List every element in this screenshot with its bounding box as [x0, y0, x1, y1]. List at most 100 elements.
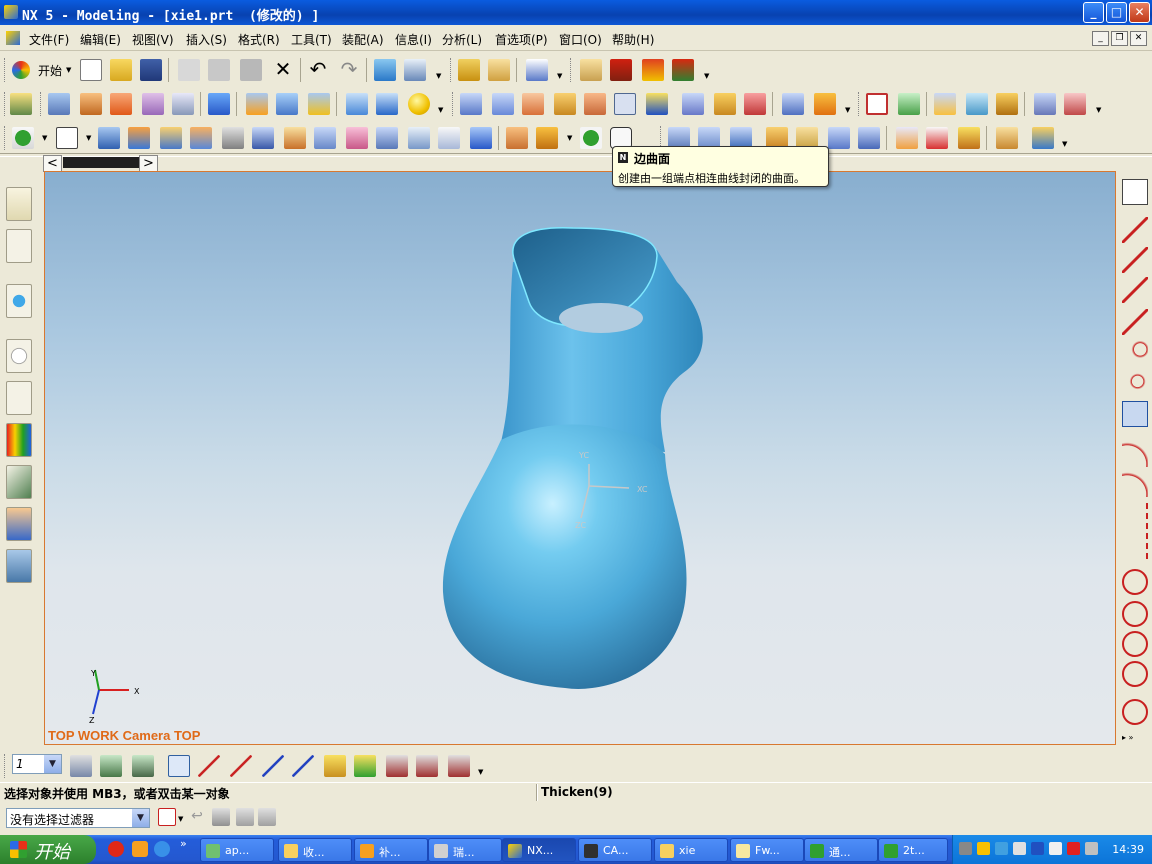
- cylinder-primitive-icon[interactable]: [346, 93, 368, 115]
- blend-icon[interactable]: [814, 93, 836, 115]
- tray-app-icon[interactable]: [977, 842, 990, 855]
- extension-icon[interactable]: [934, 93, 956, 115]
- emboss-icon[interactable]: [284, 127, 306, 149]
- show-hide-icon[interactable]: [354, 755, 376, 777]
- cut-icon[interactable]: [178, 59, 200, 81]
- manufacturing-wizard-icon[interactable]: [6, 465, 32, 499]
- chevron-down-icon[interactable]: ▼: [44, 755, 61, 773]
- enlarge-icon[interactable]: [858, 127, 880, 149]
- swept-surface-icon[interactable]: [554, 93, 576, 115]
- instance-icon[interactable]: [160, 127, 182, 149]
- circle-icon[interactable]: [1122, 569, 1148, 595]
- soft-blend-icon[interactable]: [1064, 93, 1086, 115]
- mesh-surface-icon[interactable]: [898, 93, 920, 115]
- tray-app-icon[interactable]: [1085, 842, 1098, 855]
- taskbar-item[interactable]: ap...: [200, 838, 274, 862]
- snap-settings-icon[interactable]: [236, 808, 254, 826]
- chevron-down-icon[interactable]: ▼: [567, 134, 572, 142]
- chevron-down-icon[interactable]: ▼: [704, 72, 709, 80]
- chevron-down-icon[interactable]: ▼: [178, 815, 183, 823]
- line-tangent-icon[interactable]: [1122, 339, 1148, 365]
- shell-icon[interactable]: [438, 127, 460, 149]
- type-filter-select[interactable]: 没有选择过滤器 ▼: [6, 808, 150, 828]
- wrap-icon[interactable]: [314, 127, 336, 149]
- taskbar-item[interactable]: Fw...: [730, 838, 804, 862]
- arc-tangent-icon[interactable]: [1122, 371, 1148, 397]
- face-blend-icon[interactable]: [1034, 93, 1056, 115]
- datum-point-icon[interactable]: [12, 127, 34, 149]
- invert-show-hide-icon[interactable]: [448, 755, 470, 777]
- thicken-icon[interactable]: [714, 93, 736, 115]
- history-icon[interactable]: [6, 339, 32, 373]
- tray-network-icon[interactable]: [959, 842, 972, 855]
- system-materials-icon[interactable]: [6, 381, 32, 415]
- chevron-down-icon[interactable]: ▼: [436, 72, 441, 80]
- cone-icon[interactable]: [376, 93, 398, 115]
- toolbar-grip[interactable]: [452, 92, 455, 116]
- chevron-down-icon[interactable]: ▼: [1062, 140, 1067, 148]
- wcs-display-icon[interactable]: [168, 755, 190, 777]
- show-icon[interactable]: [416, 755, 438, 777]
- internet-explorer-icon[interactable]: [6, 284, 32, 318]
- menu-tools[interactable]: 工具(T): [291, 31, 332, 48]
- trim-body-icon[interactable]: [782, 93, 804, 115]
- taskbar-item[interactable]: NX...: [502, 838, 576, 862]
- tube-icon[interactable]: [142, 93, 164, 115]
- arc-three-points-icon[interactable]: [1122, 441, 1148, 467]
- work-layer-select[interactable]: 1 ▼: [12, 754, 62, 774]
- doc-minimize-button[interactable]: _: [1092, 31, 1109, 46]
- offset-surface-icon[interactable]: [682, 93, 704, 115]
- slot-icon[interactable]: [308, 93, 330, 115]
- curve-analysis-icon[interactable]: [580, 59, 602, 81]
- tray-app-icon[interactable]: [1013, 842, 1026, 855]
- toolbar-grip[interactable]: [4, 754, 7, 778]
- taskbar-item[interactable]: CA...: [578, 838, 652, 862]
- sweep-icon[interactable]: [110, 93, 132, 115]
- scroll-left-button[interactable]: <: [43, 155, 62, 172]
- save-icon[interactable]: [140, 59, 162, 81]
- measure-angle-icon[interactable]: [488, 59, 510, 81]
- quicklaunch-more-icon[interactable]: »: [180, 837, 187, 850]
- scale-body-icon[interactable]: [408, 127, 430, 149]
- chevron-down-icon[interactable]: ▼: [86, 134, 91, 142]
- edge-edit-icon[interactable]: [958, 127, 980, 149]
- chevron-down-icon[interactable]: ▸ »: [1122, 733, 1133, 742]
- chevron-down-icon[interactable]: ▼: [42, 134, 47, 142]
- point-set-icon[interactable]: [580, 127, 602, 149]
- copy-to-layer-icon[interactable]: [132, 755, 154, 777]
- taskbar-item[interactable]: 2t...: [878, 838, 948, 862]
- command-finder-icon[interactable]: [404, 59, 426, 81]
- measure-distance-icon[interactable]: [458, 59, 480, 81]
- copy-icon[interactable]: [208, 59, 230, 81]
- chamfer-icon[interactable]: [506, 127, 528, 149]
- menu-insert[interactable]: 插入(S): [186, 31, 227, 48]
- chevron-down-icon[interactable]: ▼: [557, 72, 562, 80]
- chevron-down-icon[interactable]: ▼: [438, 106, 443, 114]
- roles-icon[interactable]: [6, 507, 32, 541]
- sketch-icon[interactable]: [56, 127, 78, 149]
- chevron-down-icon[interactable]: ▼: [478, 768, 483, 776]
- quicklaunch-app-icon[interactable]: [132, 841, 148, 857]
- arc-tangent-lines-icon[interactable]: [1122, 503, 1148, 529]
- maximize-button[interactable]: □: [1106, 2, 1127, 23]
- sphere-icon[interactable]: [408, 93, 430, 115]
- line-perpendicular-icon[interactable]: [1122, 309, 1148, 335]
- start-menu-button[interactable]: 开始: [0, 835, 96, 864]
- sew-icon[interactable]: [744, 93, 766, 115]
- menu-assemblies[interactable]: 装配(A): [342, 31, 384, 48]
- wcs-orient-icon[interactable]: [262, 755, 284, 777]
- offset-face-icon[interactable]: [376, 127, 398, 149]
- menu-file[interactable]: 文件(F): [29, 31, 69, 48]
- arc-fillet-icon[interactable]: [1122, 533, 1148, 559]
- minimize-button[interactable]: _: [1083, 2, 1104, 23]
- open-folder-icon[interactable]: [110, 59, 132, 81]
- arc-center-icon[interactable]: [1122, 471, 1148, 497]
- circle-radius-icon[interactable]: [1122, 699, 1148, 725]
- inflection-icon[interactable]: [642, 59, 664, 81]
- line-parallel-icon[interactable]: [1122, 277, 1148, 303]
- analysis-chart-icon[interactable]: [526, 59, 548, 81]
- assembly-navigator-icon[interactable]: [6, 187, 32, 221]
- global-shaping-icon[interactable]: [828, 127, 850, 149]
- close-button[interactable]: ✕: [1129, 2, 1150, 23]
- process-studio-icon[interactable]: [6, 423, 32, 457]
